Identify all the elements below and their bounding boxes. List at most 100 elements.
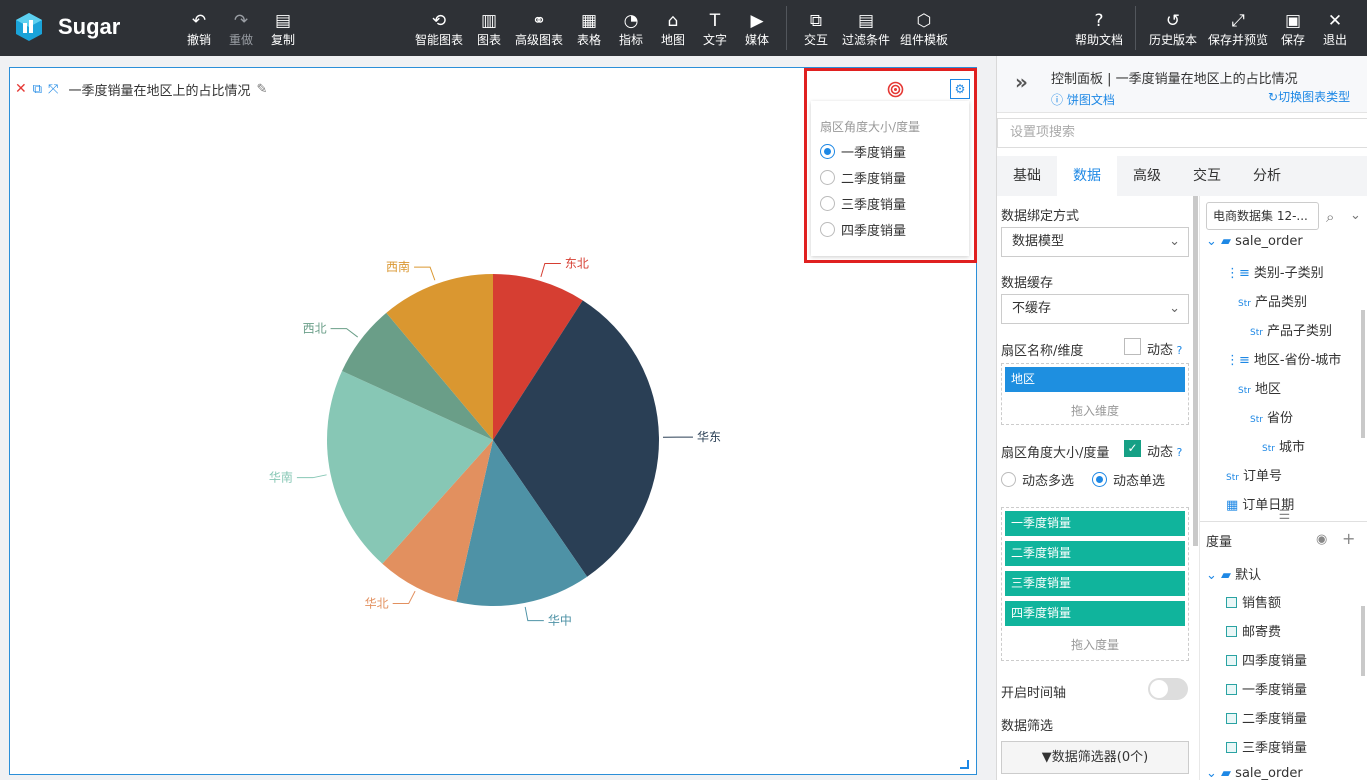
map-button[interactable]: ⌂地图: [659, 10, 687, 50]
measure-option-radio[interactable]: 四季度销量: [820, 216, 906, 242]
folder-icon: ▰: [1221, 766, 1235, 781]
pie-doc-link[interactable]: ⓘ 饼图文档: [1051, 91, 1115, 108]
smart-chart-button[interactable]: ⟲智能图表: [414, 10, 464, 50]
dataset-select[interactable]: 电商数据集 12-...: [1206, 202, 1319, 230]
save-preview-button[interactable]: ⤢保存并预览: [1207, 10, 1269, 50]
resize-corner-handle[interactable]: [960, 760, 969, 769]
measure-field[interactable]: 邮寄费: [1226, 621, 1281, 640]
string-type-icon: Str: [1250, 415, 1263, 425]
measure-option-radio[interactable]: 三季度销量: [820, 190, 906, 216]
measure-field[interactable]: 三季度销量: [1226, 737, 1307, 756]
dimension-field[interactable]: Str产品类别: [1238, 291, 1307, 310]
interaction-button[interactable]: ⧉交互: [802, 10, 830, 50]
dimension-field[interactable]: ⋮≡类别-子类别: [1226, 262, 1324, 281]
tab-2[interactable]: 高级: [1117, 156, 1177, 196]
dimension-field[interactable]: Str订单号: [1226, 465, 1282, 484]
text-icon: T: [701, 10, 729, 32]
advanced-chart-icon: ⚭: [513, 10, 565, 32]
measure-drop-zone[interactable]: 拖入度量 一季度销量二季度销量三季度销量四季度销量: [1001, 507, 1189, 661]
filter-button[interactable]: ▤过滤条件: [840, 10, 892, 50]
scrollbar[interactable]: [1193, 196, 1198, 546]
string-type-icon: Str: [1238, 386, 1251, 396]
measure-chip[interactable]: 一季度销量: [1005, 511, 1185, 536]
redo-button[interactable]: ↷重做: [226, 10, 256, 50]
help-button[interactable]: ?帮助文档: [1073, 10, 1125, 50]
measure-section-title: 度量: [1206, 531, 1232, 550]
measure-settings-icon[interactable]: ◉: [1316, 532, 1327, 547]
tree-root[interactable]: ⌄ ▰ sale_order: [1206, 234, 1303, 249]
table-button[interactable]: ▦表格: [576, 10, 602, 50]
edit-icon[interactable]: ✎: [256, 82, 267, 97]
measure-field[interactable]: 一季度销量: [1226, 679, 1307, 698]
collapse-panel-icon[interactable]: »: [1015, 70, 1028, 94]
measure-chip[interactable]: 二季度销量: [1005, 541, 1185, 566]
drag-measure-hint: 拖入度量: [1002, 636, 1188, 653]
copy-button[interactable]: ▤复制: [268, 10, 298, 50]
target-icon[interactable]: [887, 81, 904, 98]
dimension-dynamic-checkbox[interactable]: [1124, 338, 1141, 355]
media-icon: ▶: [743, 10, 771, 32]
dimension-field[interactable]: Str城市: [1262, 436, 1305, 455]
gear-icon[interactable]: ⚙: [950, 79, 970, 99]
measure-field[interactable]: 二季度销量: [1226, 708, 1307, 727]
add-icon[interactable]: +: [1342, 529, 1355, 548]
exit-button[interactable]: ✕退出: [1320, 10, 1350, 50]
cache-select[interactable]: 不缓存⌄: [1001, 294, 1189, 324]
scrollbar[interactable]: [1361, 310, 1365, 438]
undo-button[interactable]: ↶撤销: [184, 10, 214, 50]
search-icon[interactable]: ⌕: [1326, 208, 1334, 226]
dimension-chip[interactable]: 地区: [1005, 367, 1185, 392]
advanced-chart-button[interactable]: ⚭高级图表: [513, 10, 565, 50]
measure-dynamic-checkbox[interactable]: ✓: [1124, 440, 1141, 457]
measure-option-radio[interactable]: 二季度销量: [820, 164, 906, 190]
tab-4[interactable]: 分析: [1237, 156, 1297, 196]
dimension-drop-zone[interactable]: 地区 拖入维度: [1001, 363, 1189, 425]
dimension-field[interactable]: Str地区: [1238, 378, 1281, 397]
resize-handle[interactable]: ☰: [1200, 514, 1367, 522]
data-filter-button[interactable]: ▼数据筛选器(0个): [1001, 741, 1189, 774]
panel-header: » 控制面板 | 一季度销量在地区上的占比情况 ⓘ 饼图文档 ↻切换图表类型: [997, 56, 1367, 113]
component-template-button[interactable]: ⬡组件模板: [899, 10, 949, 50]
switch-chart-type-link[interactable]: ↻切换图表类型: [1268, 88, 1350, 105]
gauge-icon: ◔: [617, 10, 645, 32]
refresh-icon: ↻: [1268, 90, 1278, 104]
timeline-toggle[interactable]: [1148, 678, 1188, 700]
scrollbar[interactable]: [1361, 606, 1365, 676]
dimension-field[interactable]: Str省份: [1250, 407, 1293, 426]
delete-icon[interactable]: ✕: [15, 81, 27, 97]
dynamic-single-radio[interactable]: 动态单选: [1092, 470, 1165, 489]
measure-label: 扇区角度大小/度量: [1001, 442, 1109, 461]
settings-search-input[interactable]: 设置项搜索: [997, 118, 1367, 148]
dimension-field[interactable]: ⋮≡地区-省份-城市: [1226, 349, 1341, 368]
fullscreen-icon[interactable]: ⤧: [48, 82, 58, 97]
chevron-down-icon[interactable]: ⌄: [1350, 208, 1361, 223]
text-button[interactable]: T文字: [701, 10, 729, 50]
measure-icon: [1226, 713, 1237, 724]
history-button[interactable]: ↺历史版本: [1148, 10, 1198, 50]
tab-3[interactable]: 交互: [1177, 156, 1237, 196]
measure-field[interactable]: 销售额: [1226, 592, 1281, 611]
panel-tabs: 基础数据高级交互分析: [997, 156, 1367, 196]
measure-icon: [1226, 626, 1237, 637]
measure-chip[interactable]: 三季度销量: [1005, 571, 1185, 596]
dimension-field[interactable]: Str产品子类别: [1250, 320, 1332, 339]
dynamic-multi-radio[interactable]: 动态多选: [1001, 470, 1074, 489]
hierarchy-icon: ⋮≡: [1226, 266, 1250, 281]
redo-icon: ↷: [226, 10, 256, 32]
chart-button[interactable]: ▥图表: [475, 10, 503, 50]
media-button[interactable]: ▶媒体: [743, 10, 771, 50]
help-icon[interactable]: ?: [1173, 344, 1182, 357]
default-folder[interactable]: ⌄ ▰ 默认: [1206, 564, 1261, 583]
tab-0[interactable]: 基础: [997, 156, 1057, 196]
measure-field[interactable]: 四季度销量: [1226, 650, 1307, 669]
binding-select[interactable]: 数据模型⌄: [1001, 227, 1189, 257]
tab-1[interactable]: 数据: [1057, 156, 1117, 196]
measure-chip[interactable]: 四季度销量: [1005, 601, 1185, 626]
tree-root-2[interactable]: ⌄ ▰ sale_order: [1206, 766, 1303, 781]
widget-title: 一季度销量在地区上的占比情况: [68, 80, 250, 99]
measure-option-radio[interactable]: 一季度销量: [820, 138, 906, 164]
indicator-button[interactable]: ◔指标: [617, 10, 645, 50]
help-icon[interactable]: ?: [1173, 446, 1182, 459]
save-button[interactable]: ▣保存: [1279, 10, 1307, 50]
duplicate-icon[interactable]: ⧉: [33, 82, 42, 97]
